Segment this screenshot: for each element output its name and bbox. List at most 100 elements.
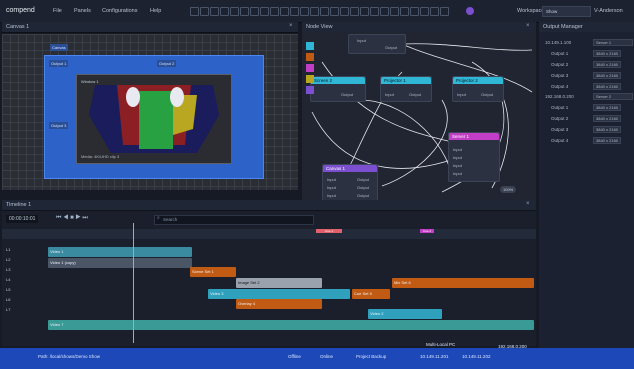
canvas-panel-header: Canvas 1 × [2,22,298,33]
timeline-header: Timeline 1 × [2,200,536,211]
output-resolution[interactable]: 3840 x 2160 [593,61,622,68]
output-row: Output 3 [551,73,569,78]
node-canvas-1[interactable]: Canvas 1 Input Input Input Output Output… [322,164,378,202]
transport-controls[interactable]: ⏮ ◀ ■ ▶ ⏭ [56,215,88,222]
workspace-select[interactable]: Show [542,6,591,17]
output-row: Output 3 [551,127,569,132]
node-projector-2[interactable]: Projector 2 Input Output [452,76,504,102]
close-icon[interactable]: × [526,23,530,29]
local-pc-label: Multi-Local PC [426,342,456,347]
output-row: Output 4 [551,138,569,143]
track-label: L3 [6,267,11,272]
playhead[interactable] [133,223,134,343]
node-palette [306,42,316,118]
tool-icon[interactable] [380,7,389,16]
output-resolution[interactable]: 3840 x 2160 [593,104,622,111]
tool-icon[interactable] [230,7,239,16]
clip[interactable]: Cue Set 5 [352,289,390,299]
palette-canvas-icon[interactable] [306,86,314,94]
tool-icon[interactable] [220,7,229,16]
clip[interactable]: Overlay 4 [236,299,322,309]
ip-1[interactable]: 10.149.11.201 [420,354,448,359]
tool-icon[interactable] [280,7,289,16]
output-resolution[interactable]: 3840 x 2160 [593,83,622,90]
project-path: Path: /local/shows/Demo Show [38,354,101,359]
marker-cue-2[interactable]: Cue 2 [420,229,434,233]
marker-cue-1[interactable]: Cue 1 [316,229,342,233]
clip[interactable]: Video 2 [368,309,442,319]
node-graph[interactable]: Input Output Screen 2 Output Projector 1… [302,32,536,202]
tool-icon[interactable] [240,7,249,16]
output-resolution[interactable]: 3840 x 2160 [593,137,622,144]
output-manager-title: Output Manager [543,24,583,30]
tool-icon[interactable] [370,7,379,16]
menu-configurations[interactable]: Configurations [102,8,137,14]
status-bar: Path: /local/shows/Demo Show Offline Onl… [0,342,634,369]
clip[interactable]: Scene Set 1 [190,267,236,277]
mode-status[interactable]: Online [320,354,333,359]
tool-icon[interactable] [310,7,319,16]
menu-file[interactable]: File [53,8,62,14]
search-input[interactable]: Search [154,215,314,225]
tool-icon[interactable] [260,7,269,16]
server-ip-2[interactable]: 192.168.0.200 [545,94,574,99]
tool-icon[interactable] [440,7,449,16]
output-resolution[interactable]: 3840 x 2160 [593,115,622,122]
tool-icon[interactable] [390,7,399,16]
tool-icon[interactable] [190,7,199,16]
server-ip-1[interactable]: 10.149.1.100 [545,40,571,45]
clip[interactable]: Image Set 2 [236,278,322,288]
clip[interactable]: Video 1 [48,247,192,257]
server-select-2[interactable]: Server 2 [593,93,633,100]
tool-icon[interactable] [320,7,329,16]
zoom-indicator[interactable]: 100% [500,186,517,193]
tool-icon[interactable] [270,7,279,16]
output-resolution[interactable]: 3840 x 2160 [593,126,622,133]
palette-server-icon[interactable] [306,64,314,72]
close-icon[interactable]: × [526,201,530,207]
close-icon[interactable]: × [289,23,293,29]
node-projector-1[interactable]: Projector 1 Input Output [380,76,432,102]
palette-screen-icon[interactable] [306,42,314,50]
tool-icon[interactable] [290,7,299,16]
menu-panels[interactable]: Panels [74,8,91,14]
node-server-1[interactable]: Server 1 Input Input Input Input [448,132,500,182]
output-resolution[interactable]: 3840 x 2160 [593,72,622,79]
menu-help[interactable]: Help [150,8,161,14]
tool-icon[interactable] [350,7,359,16]
tool-icon[interactable] [200,7,209,16]
track-label: L4 [6,277,11,282]
track-headers: L1 L2 L3 L4 L5 L6 L7 [6,247,46,337]
tool-icon[interactable] [410,7,419,16]
output-resolution[interactable]: 3840 x 2160 [593,50,622,57]
tool-icon[interactable] [420,7,429,16]
backup-status[interactable]: Project Backup [356,354,386,359]
tool-icon[interactable] [360,7,369,16]
tool-icon[interactable] [210,7,219,16]
clip[interactable]: Video 1 (copy) [48,258,192,268]
user-menu[interactable]: V-Anderson [594,8,623,14]
tool-icon[interactable] [330,7,339,16]
tool-icon[interactable] [250,7,259,16]
tool-icon[interactable] [300,7,309,16]
track-label: L6 [6,297,11,302]
palette-media-icon[interactable] [306,53,314,61]
track-label: L1 [6,247,11,252]
ip-2[interactable]: 10.149.11.202 [462,354,490,359]
tool-icon[interactable] [400,7,409,16]
tool-icon[interactable] [340,7,349,16]
palette-projector-icon[interactable] [306,75,314,83]
node-input[interactable]: Input Output [348,34,406,54]
ip-3[interactable]: 192.168.0.200 [498,344,527,349]
time-ruler[interactable] [2,229,536,239]
sync-status[interactable]: Offline [288,354,301,359]
preview-window[interactable]: Window 1 Media: 4K/UHD clip 3 [76,74,232,164]
tool-icon[interactable] [430,7,439,16]
clip[interactable]: Video 7 [48,320,534,330]
server-select-1[interactable]: Server 1 [593,39,633,46]
clip[interactable]: Video 3 [208,289,350,299]
record-icon[interactable] [466,7,474,15]
node-screen-2[interactable]: Screen 2 Output [310,76,366,102]
track-label: L5 [6,287,11,292]
clip[interactable]: Mix Set 6 [392,278,534,288]
